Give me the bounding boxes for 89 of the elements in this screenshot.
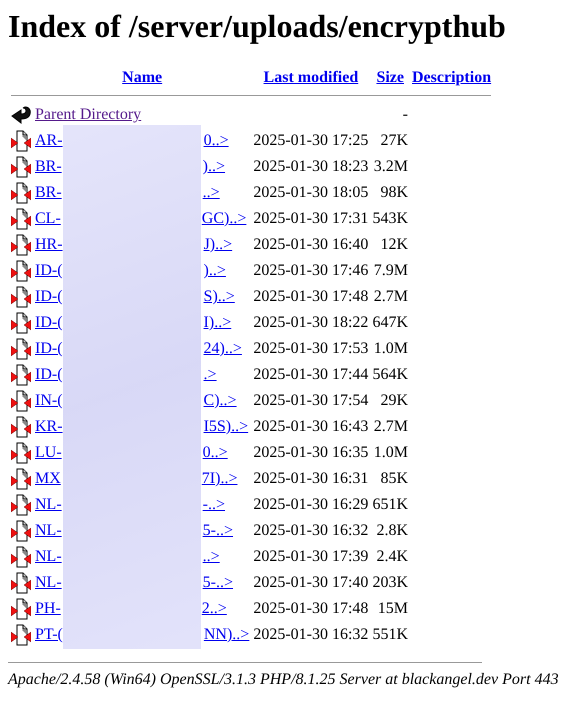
- modified-date: 2025-01-30 16:40: [252, 235, 370, 255]
- file-icon: [11, 624, 31, 646]
- modified-date: 2025-01-30 18:22: [252, 313, 370, 333]
- file-size: 29K: [380, 392, 408, 409]
- file-icon: [11, 286, 31, 308]
- modified-date: 2025-01-30 16:29: [252, 495, 370, 515]
- file-size: -: [402, 106, 408, 123]
- file-link[interactable]: BR- ..>: [35, 184, 220, 201]
- file-icon: [11, 416, 31, 438]
- file-size: 2.4K: [376, 548, 408, 565]
- file-icon: [11, 312, 31, 334]
- modified-date: 2025-01-30 18:23: [252, 157, 370, 177]
- file-link[interactable]: NL- 5-..>: [35, 574, 234, 591]
- file-size: 12K: [380, 236, 408, 253]
- file-icon: [11, 182, 31, 204]
- file-link[interactable]: ID-( .>: [35, 366, 217, 383]
- file-icon: [11, 468, 31, 490]
- page-title: Index of /server/uploads/encrypthub: [8, 8, 507, 45]
- file-link[interactable]: NL- 5-..>: [35, 522, 234, 539]
- file-size: 1.0M: [374, 444, 408, 461]
- modified-date: 2025-01-30 16:32: [252, 521, 370, 541]
- modified-date: 2025-01-30 17:48: [252, 287, 370, 307]
- file-size: 7.9M: [374, 262, 408, 279]
- modified-date: 2025-01-30 16:43: [252, 417, 370, 437]
- file-icon: [11, 338, 31, 360]
- modified-date: 2025-01-30 17:39: [252, 547, 370, 567]
- file-icon: [11, 546, 31, 568]
- file-size: 564K: [372, 366, 408, 383]
- back-arrow-icon: [11, 104, 31, 126]
- parent-directory-link[interactable]: Parent Directory: [35, 106, 142, 123]
- column-header-link[interactable]: Description: [412, 69, 492, 86]
- file-link[interactable]: ID-( )..>: [35, 262, 226, 279]
- file-link[interactable]: PT-( NN)..>: [35, 626, 250, 643]
- file-size: 3.2M: [374, 158, 408, 175]
- file-size: 647K: [372, 314, 408, 331]
- file-icon: [11, 234, 31, 256]
- file-icon: [11, 156, 31, 178]
- file-link[interactable]: KR- I5S)..>: [35, 418, 248, 435]
- file-icon: [11, 520, 31, 542]
- file-icon: [11, 598, 31, 620]
- file-link[interactable]: ID-( S)..>: [35, 288, 235, 305]
- file-link[interactable]: NL- -..>: [35, 496, 226, 513]
- file-size: 543K: [372, 210, 408, 227]
- file-size: 2.7M: [374, 288, 408, 305]
- file-size: 2.7M: [374, 418, 408, 435]
- modified-date: 2025-01-30 17:40: [252, 573, 370, 593]
- file-icon: [11, 260, 31, 282]
- file-size: 15M: [378, 600, 408, 617]
- file-icon: [11, 364, 31, 386]
- file-icon: [11, 208, 31, 230]
- modified-date: 2025-01-30 16:31: [252, 469, 370, 489]
- file-link[interactable]: PH- 2..>: [35, 600, 227, 617]
- file-icon: [11, 130, 31, 152]
- modified-date: 2025-01-30 17:44: [252, 365, 370, 385]
- file-size: 203K: [372, 574, 408, 591]
- file-size: 551K: [372, 626, 408, 643]
- server-signature: Apache/2.4.58 (Win64) OpenSSL/3.1.3 PHP/8.1.25 Server at blackangel.dev Port 443: [8, 671, 560, 689]
- file-icon: [11, 494, 31, 516]
- file-link[interactable]: LU- 0..>: [35, 444, 228, 461]
- file-size: 2.8K: [376, 522, 408, 539]
- modified-date: 2025-01-30 18:05: [252, 183, 370, 203]
- modified-date: 2025-01-30 17:54: [252, 391, 370, 411]
- column-header-link[interactable]: Name: [122, 69, 162, 86]
- column-header-link[interactable]: Size: [376, 69, 404, 86]
- modified-date: 2025-01-30 17:46: [252, 261, 370, 281]
- modified-date: 2025-01-30 17:48: [252, 599, 370, 619]
- file-link[interactable]: NL- ..>: [35, 548, 220, 565]
- modified-date: 2025-01-30 17:25: [252, 131, 370, 151]
- modified-date: 2025-01-30 16:32: [252, 625, 370, 645]
- file-icon: [11, 442, 31, 464]
- file-icon: [11, 390, 31, 412]
- file-link[interactable]: IN-( C)..>: [35, 392, 237, 409]
- file-link[interactable]: HR- J)..>: [35, 236, 232, 253]
- modified-date: 2025-01-30 16:35: [252, 443, 370, 463]
- file-link[interactable]: ID-( I)..>: [35, 314, 232, 331]
- file-icon: [11, 572, 31, 594]
- modified-date: 2025-01-30 17:31: [252, 209, 370, 229]
- file-size: 85K: [380, 470, 408, 487]
- file-size: 651K: [372, 496, 408, 513]
- file-size: 1.0M: [374, 340, 408, 357]
- file-size: 98K: [380, 184, 408, 201]
- file-link[interactable]: BR- )..>: [35, 158, 226, 175]
- file-size: 27K: [380, 132, 408, 149]
- file-link[interactable]: MX 7I)..>: [35, 470, 238, 487]
- column-header-link[interactable]: Last modified: [264, 69, 358, 86]
- file-link[interactable]: CL- GC)..>: [35, 210, 246, 227]
- modified-date: 2025-01-30 17:53: [252, 339, 370, 359]
- file-link[interactable]: ID-( 24)..>: [35, 340, 242, 357]
- file-link[interactable]: AR- 0..>: [35, 132, 229, 149]
